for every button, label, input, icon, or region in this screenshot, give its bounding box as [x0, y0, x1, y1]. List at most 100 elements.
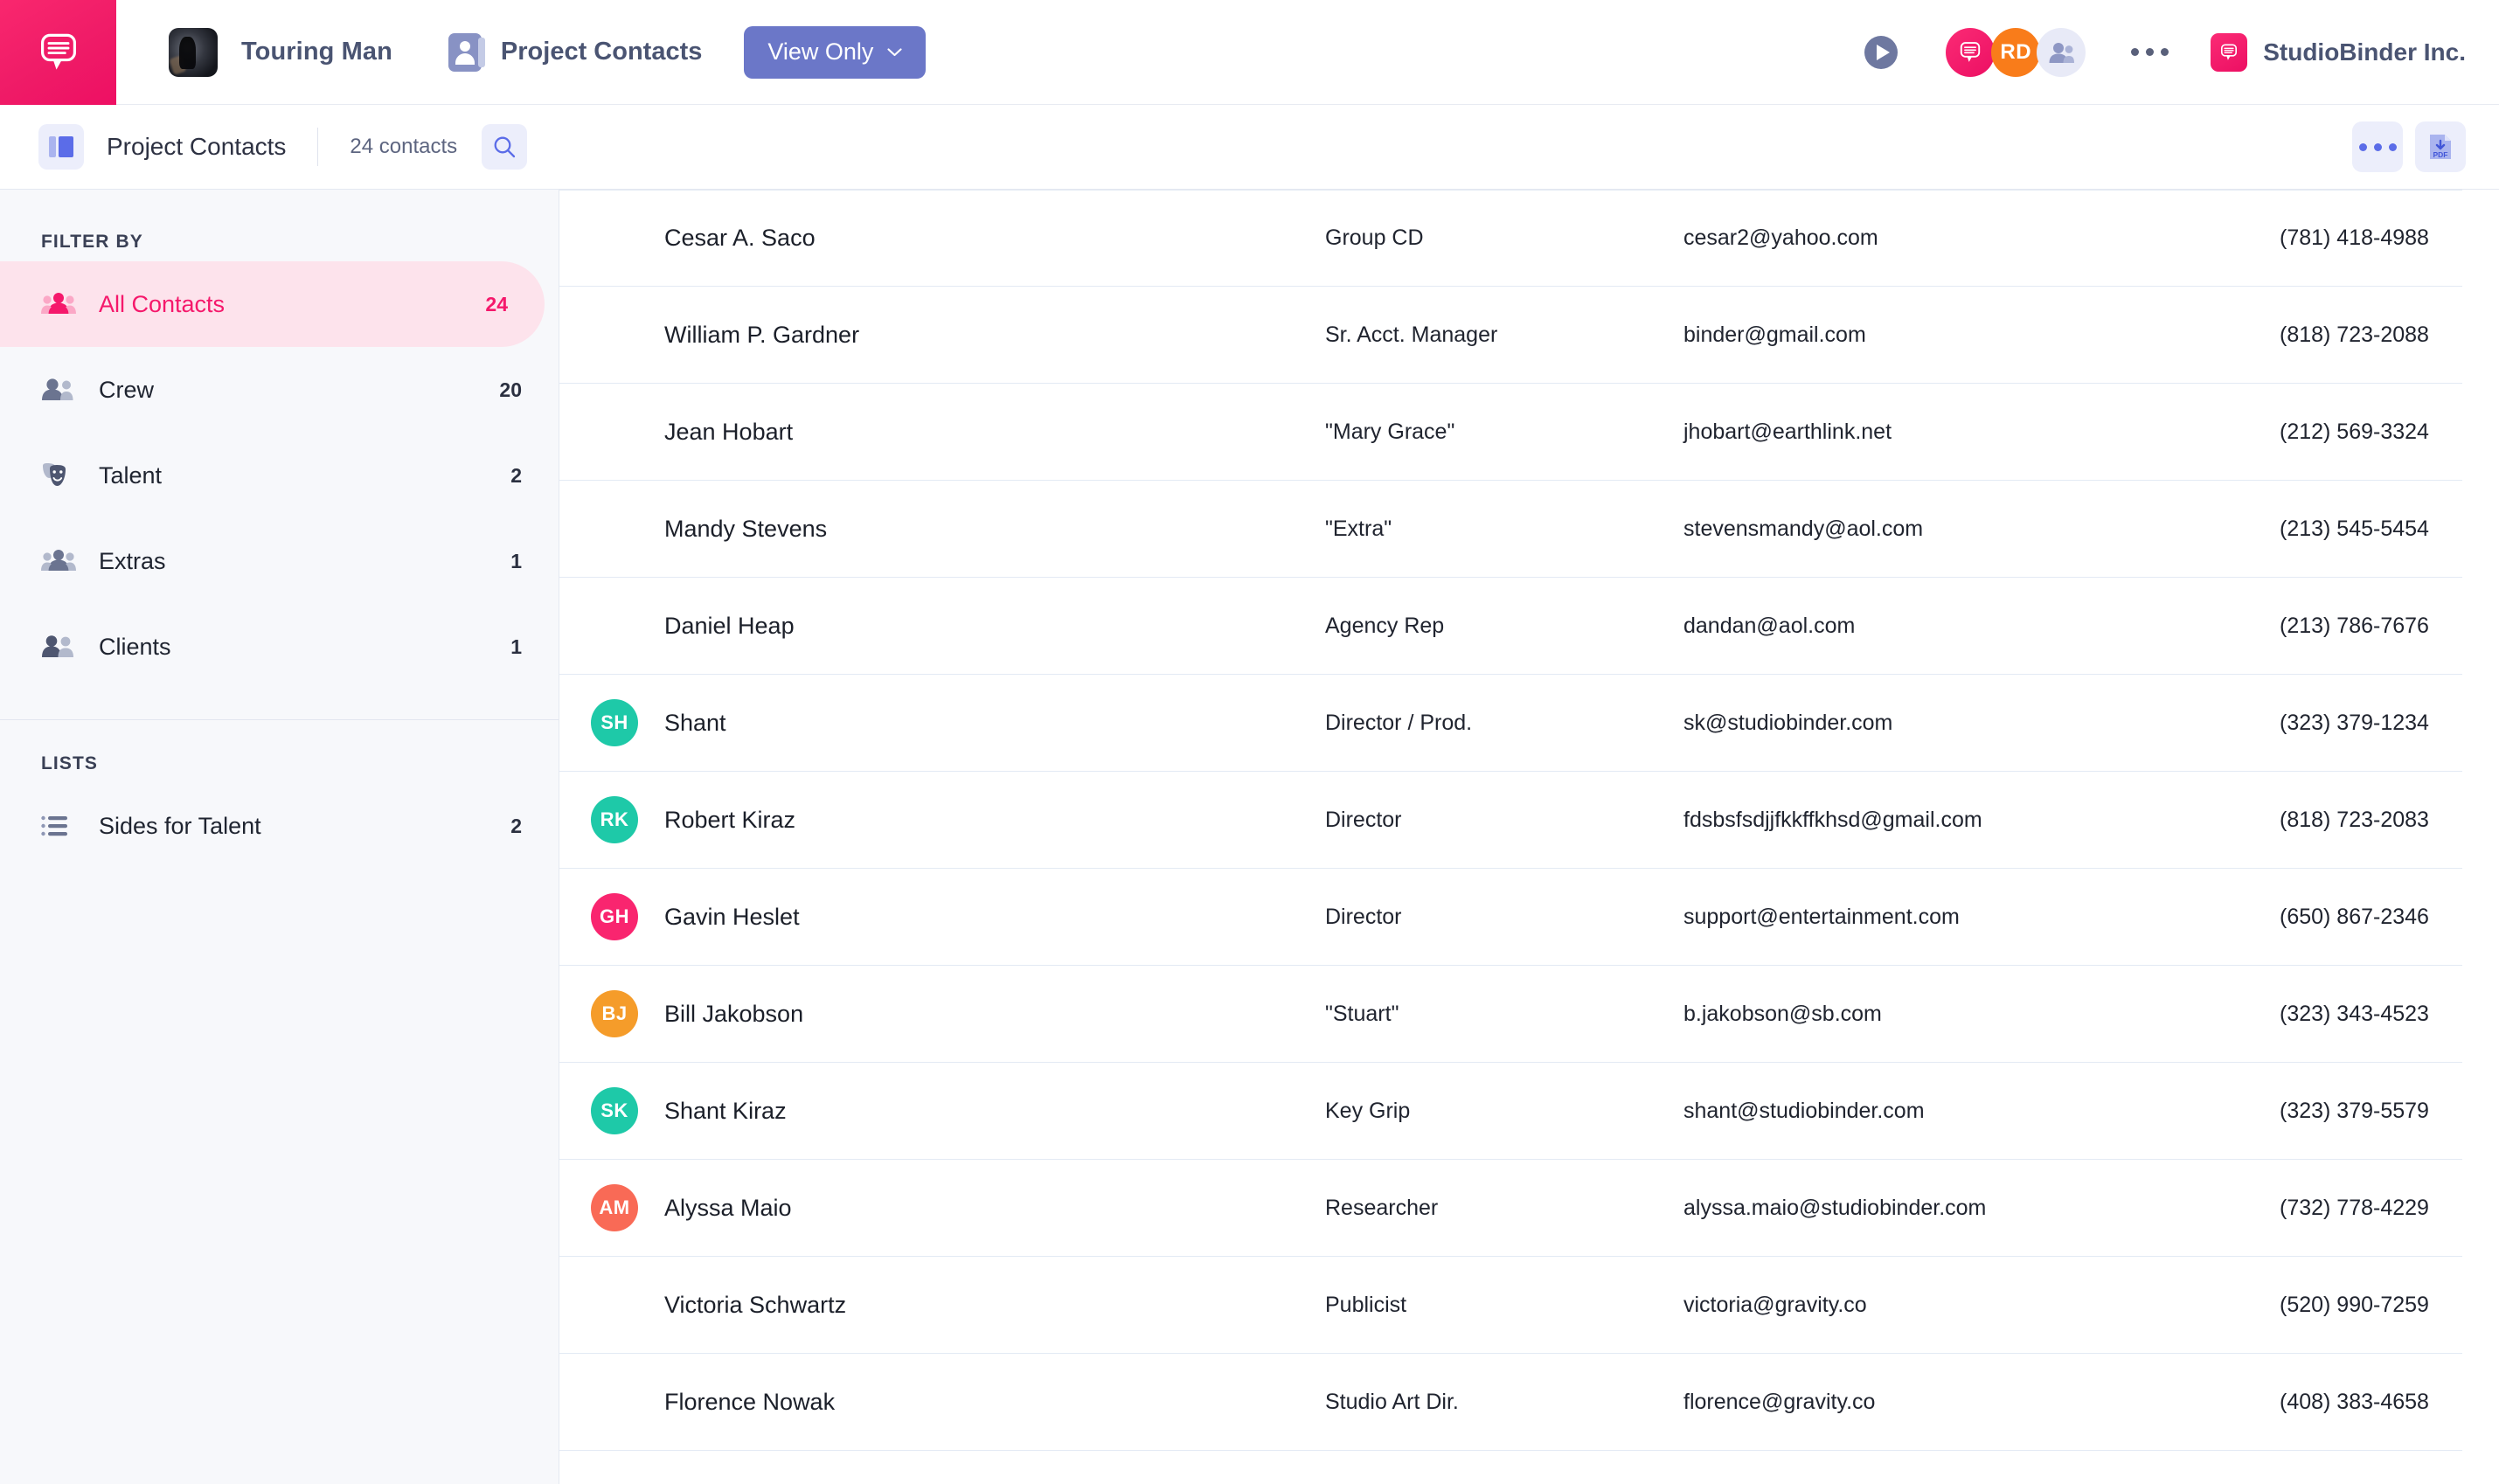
sidebar-item-talent[interactable]: Talent 2 — [0, 433, 559, 518]
contact-phone: (323) 379-1234 — [2234, 711, 2462, 736]
contact-name-cell: William P. Gardner — [591, 311, 1325, 358]
contact-phone: (818) 723-2088 — [2234, 322, 2462, 348]
contact-name-cell: RK Robert Kiraz — [591, 796, 1325, 843]
view-mode-button[interactable]: View Only — [744, 26, 926, 79]
sidebar-item-clients[interactable]: Clients 1 — [0, 604, 559, 690]
studiobinder-logo-button[interactable] — [0, 0, 116, 105]
contacts-toolbar: Project Contacts 24 contacts PDF — [0, 105, 2499, 190]
table-row[interactable]: BJBill Jakobson"Stuart"b.jakobson@sb.com… — [559, 966, 2462, 1063]
contact-name: Robert Kiraz — [664, 807, 795, 834]
contact-phone: (213) 545-5454 — [2234, 517, 2462, 542]
contact-email: dandan@aol.com — [1683, 614, 2234, 639]
table-row[interactable]: Cesar A. SacoGroup CDcesar2@yahoo.com(78… — [559, 190, 2462, 287]
sidebar-item-count: 2 — [510, 815, 522, 838]
contact-name: William P. Gardner — [664, 322, 859, 349]
contact-phone: (781) 418-4988 — [2234, 225, 2462, 251]
contacts-table: Cesar A. SacoGroup CDcesar2@yahoo.com(78… — [559, 190, 2499, 1451]
table-row[interactable]: Mandy Stevens"Extra"stevensmandy@aol.com… — [559, 481, 2462, 578]
chevron-down-icon — [887, 48, 902, 57]
studiobinder-contacts-app: Touring Man Project Contacts View Only — [0, 0, 2499, 1484]
sidebar-item-label: All Contacts — [99, 291, 225, 318]
sidebar-item-sides-for-talent[interactable]: Sides for Talent 2 — [0, 783, 559, 869]
project-thumbnail[interactable] — [169, 28, 218, 77]
clients-people-icon — [41, 635, 80, 659]
sidebar-item-label: Sides for Talent — [99, 813, 261, 840]
view-mode-label: View Only — [767, 38, 873, 66]
avatar-studiobinder[interactable] — [1946, 28, 1995, 77]
contact-role: Publicist — [1325, 1293, 1683, 1318]
avatar-photo — [591, 602, 638, 649]
contact-name: Shant Kiraz — [664, 1098, 787, 1125]
contact-phone: (732) 778-4229 — [2234, 1196, 2462, 1221]
panel-columns-icon — [38, 124, 84, 170]
table-row[interactable]: William P. GardnerSr. Acct. Managerbinde… — [559, 287, 2462, 384]
sidebar-item-label: Crew — [99, 377, 154, 404]
lists-heading: LISTS — [0, 720, 559, 783]
contact-role: Group CD — [1325, 225, 1683, 251]
top-more-button[interactable] — [2131, 48, 2169, 56]
organization-name-label: StudioBinder Inc. — [2263, 38, 2466, 66]
avatar-initials: AM — [591, 1184, 638, 1231]
contact-email: florence@gravity.co — [1683, 1390, 2234, 1415]
avatar-rd[interactable]: RD — [1991, 28, 2040, 77]
sidebar-item-crew[interactable]: Crew 20 — [0, 347, 559, 433]
table-row[interactable]: SKShant KirazKey Gripshant@studiobinder.… — [559, 1063, 2462, 1160]
main-body: FILTER BY All Contacts 24 — [0, 190, 2499, 1484]
contact-name-cell: Florence Nowak — [591, 1378, 1325, 1425]
table-row[interactable]: Victoria SchwartzPublicistvictoria@gravi… — [559, 1257, 2462, 1354]
sidebar-item-all-contacts[interactable]: All Contacts 24 — [0, 261, 545, 347]
contacts-table-panel[interactable]: Cesar A. SacoGroup CDcesar2@yahoo.com(78… — [559, 190, 2499, 1484]
contact-email: alyssa.maio@studiobinder.com — [1683, 1196, 2234, 1221]
speech-bubble-logo-icon — [1957, 39, 1983, 66]
contact-phone: (323) 343-4523 — [2234, 1002, 2462, 1027]
contact-email: victoria@gravity.co — [1683, 1293, 2234, 1318]
contact-name: Shant — [664, 710, 726, 737]
contact-name: Bill Jakobson — [664, 1001, 803, 1028]
table-row[interactable]: SHShantDirector / Prod.sk@studiobinder.c… — [559, 675, 2462, 772]
contact-role: "Stuart" — [1325, 1002, 1683, 1027]
contact-role: "Mary Grace" — [1325, 420, 1683, 445]
sidebar-item-count: 24 — [485, 293, 508, 316]
table-row[interactable]: AMAlyssa MaioResearcheralyssa.maio@studi… — [559, 1160, 2462, 1257]
contact-phone: (212) 569-3324 — [2234, 420, 2462, 445]
contact-email: fdsbsfsdjjfkkffkhsd@gmail.com — [1683, 808, 2234, 833]
contact-role: Researcher — [1325, 1196, 1683, 1221]
contact-name: Daniel Heap — [664, 613, 795, 640]
contact-name-cell: SKShant Kiraz — [591, 1087, 1325, 1134]
sidebar-item-count: 1 — [510, 635, 522, 659]
contact-email: shant@studiobinder.com — [1683, 1099, 2234, 1124]
avatar-initials: BJ — [591, 990, 638, 1037]
play-circle-icon[interactable] — [1864, 35, 1899, 70]
avatar-photo — [591, 311, 638, 358]
table-row[interactable]: Jean Hobart"Mary Grace"jhobart@earthlink… — [559, 384, 2462, 481]
contact-name-cell: Victoria Schwartz — [591, 1281, 1325, 1328]
project-name-label[interactable]: Touring Man — [241, 38, 392, 66]
contact-role: Director — [1325, 905, 1683, 930]
organization-switcher[interactable]: StudioBinder Inc. — [2211, 33, 2466, 72]
filter-sidebar: FILTER BY All Contacts 24 — [0, 190, 559, 1484]
search-button[interactable] — [482, 124, 527, 170]
table-row[interactable]: GHGavin HesletDirectorsupport@entertainm… — [559, 869, 2462, 966]
sidebar-item-extras[interactable]: Extras 1 — [0, 518, 559, 604]
filter-by-heading: FILTER BY — [0, 216, 559, 261]
toolbar-more-button[interactable] — [2352, 121, 2403, 172]
table-row[interactable]: Florence NowakStudio Art Dir.florence@gr… — [559, 1354, 2462, 1451]
search-icon — [492, 135, 517, 159]
sidebar-item-label: Clients — [99, 634, 171, 661]
avatar-invite-button[interactable] — [2037, 28, 2086, 77]
avatar-initials: GH — [591, 893, 638, 940]
contact-name: Cesar A. Saco — [664, 225, 816, 252]
contact-name-cell: Daniel Heap — [591, 602, 1325, 649]
table-row[interactable]: Daniel HeapAgency Repdandan@aol.com(213)… — [559, 578, 2462, 675]
contact-card-icon — [448, 33, 482, 72]
export-pdf-button[interactable]: PDF — [2415, 121, 2466, 172]
speech-bubble-badge-icon — [2218, 42, 2239, 63]
table-row[interactable]: RKRobert KirazDirectorfdsbsfsdjjfkkffkhs… — [559, 772, 2462, 869]
list-bullets-icon — [41, 815, 80, 837]
sidebar-item-count: 20 — [499, 378, 522, 402]
top-actions-group: RD — [1864, 0, 2499, 104]
section-name-label[interactable]: Project Contacts — [501, 38, 702, 66]
add-people-icon — [2048, 41, 2075, 64]
avatar-initials: RK — [591, 796, 638, 843]
contact-name-cell: Jean Hobart — [591, 408, 1325, 455]
